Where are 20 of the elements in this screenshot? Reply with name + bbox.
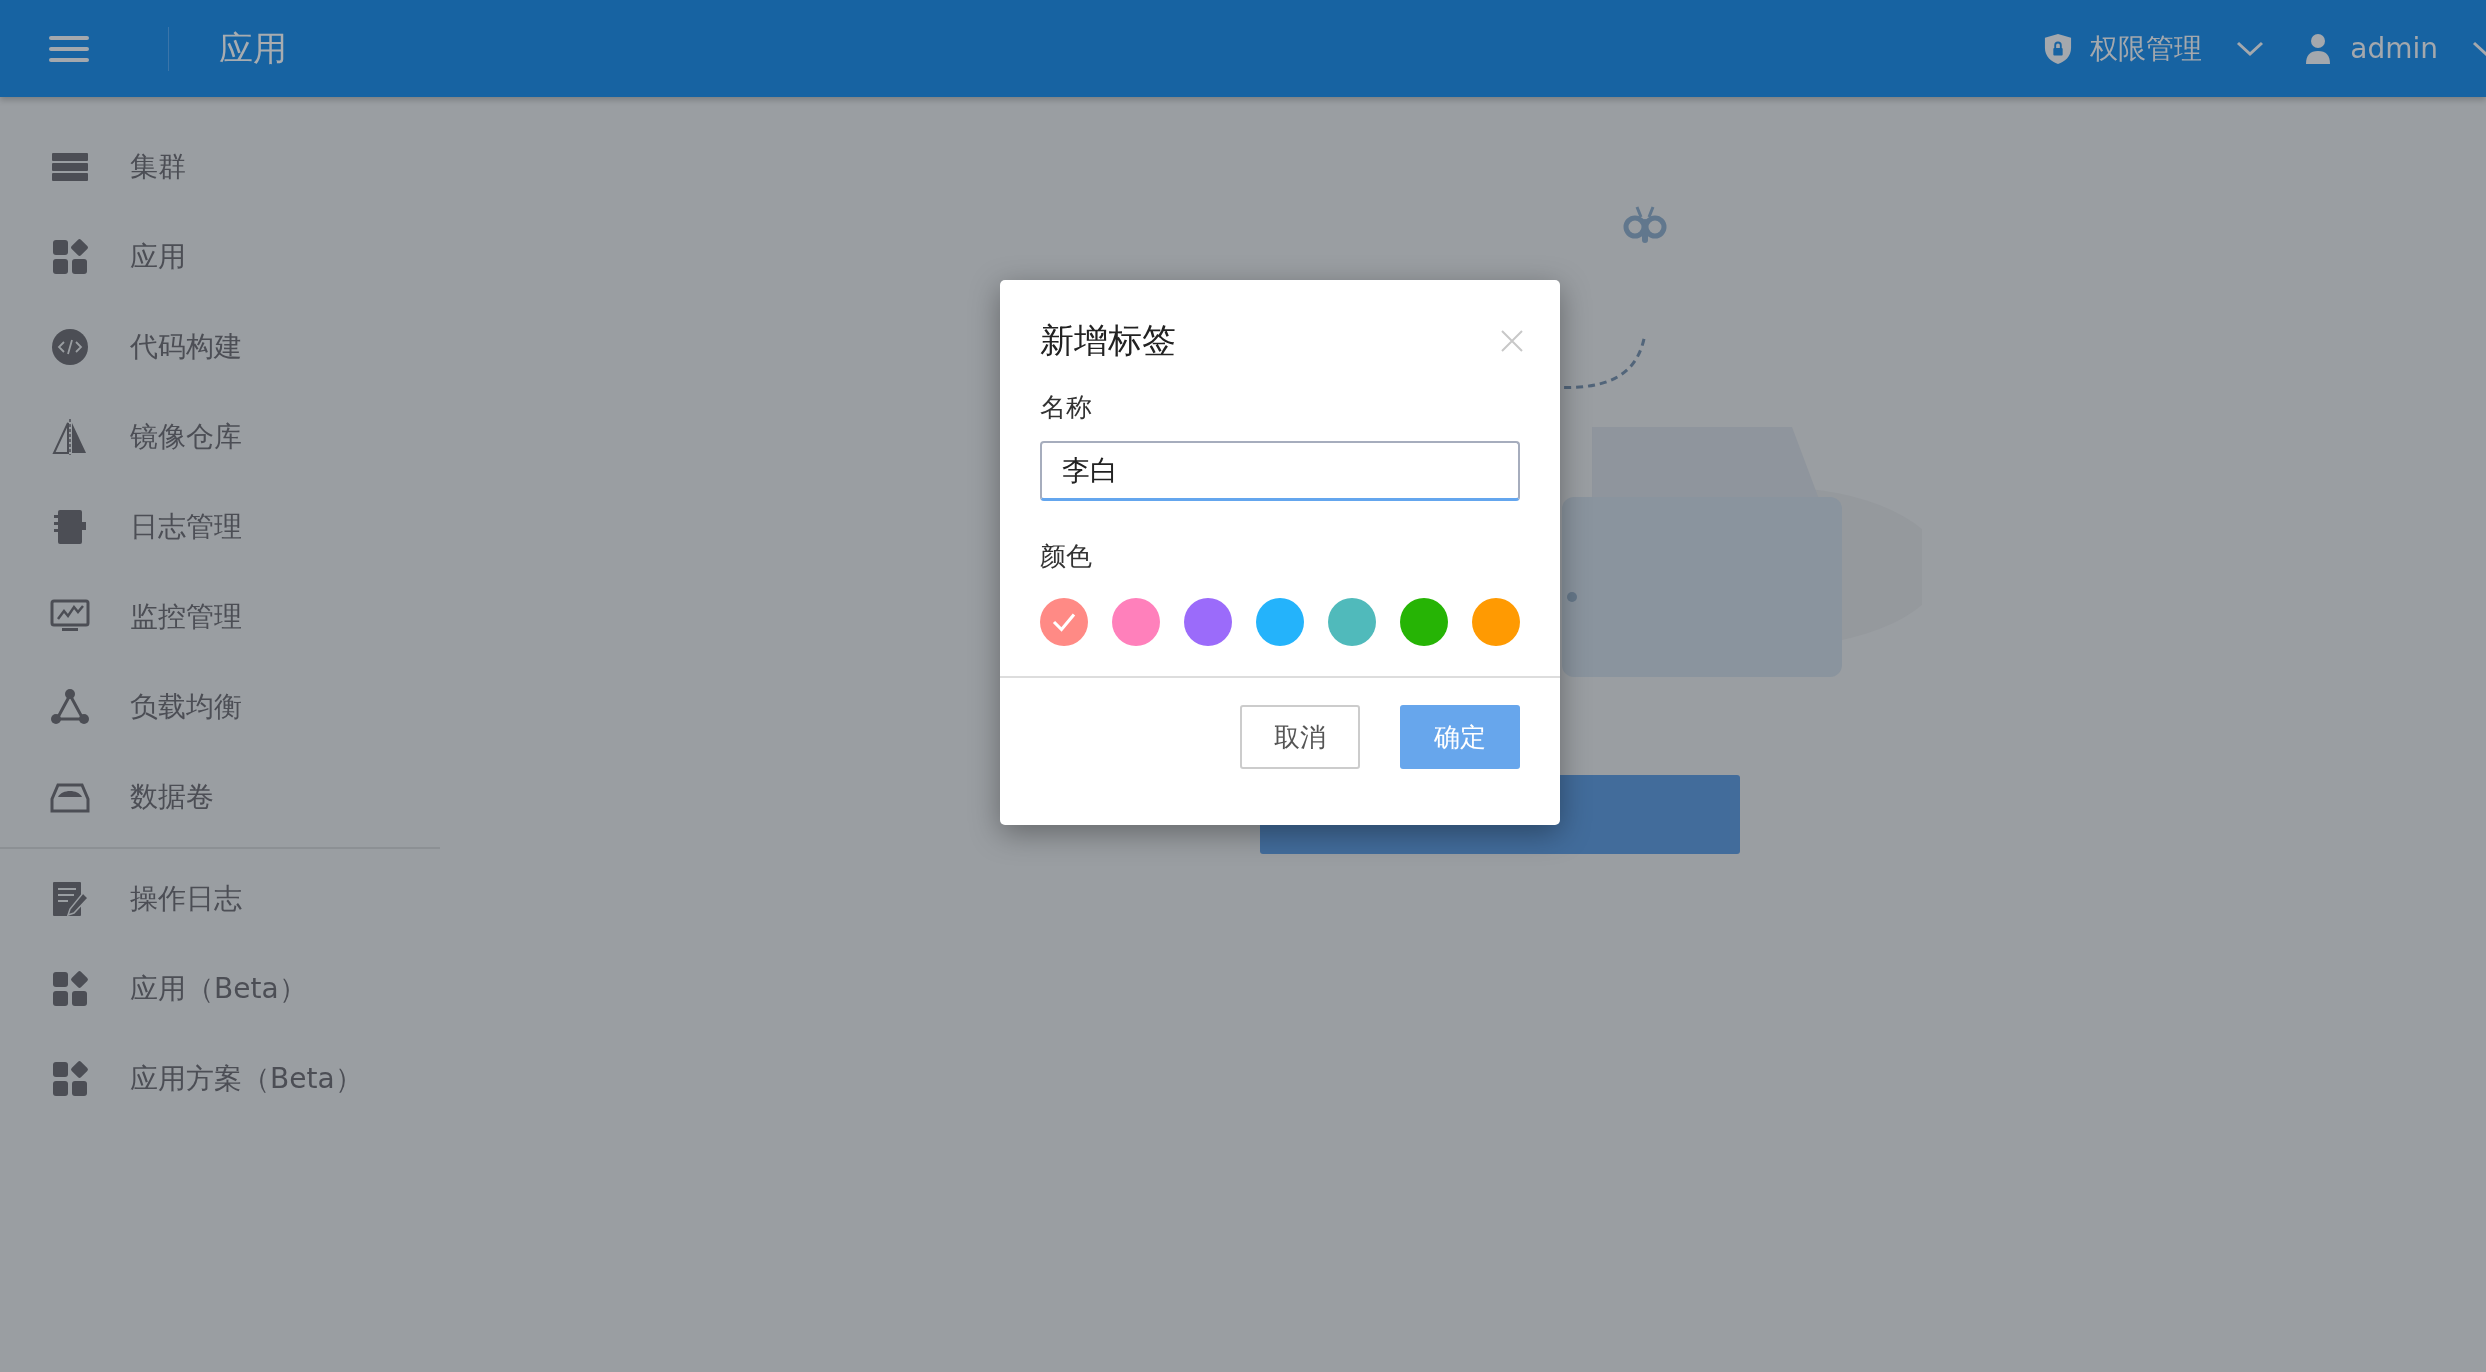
sidebar-item[interactable]: 监控管理	[0, 572, 440, 662]
header-menu[interactable]: admin	[2304, 32, 2486, 65]
header-menu[interactable]: 权限管理	[2044, 29, 2265, 68]
sidebar-item[interactable]: 镜像仓库	[0, 392, 440, 482]
sidebar-item[interactable]: 应用（Beta）	[0, 944, 440, 1034]
field-label: 颜色	[1040, 540, 1092, 573]
sidebar-item[interactable]: 数据卷	[0, 752, 440, 842]
sidebar-item[interactable]: 操作日志	[0, 854, 440, 944]
cancel-button[interactable]: 取消	[1240, 705, 1360, 769]
sidebar-item[interactable]: 应用	[0, 212, 440, 302]
page-title: 应用	[219, 26, 287, 70]
field-label: 名称	[1040, 391, 1092, 424]
sidebar-item[interactable]: 集群	[0, 122, 440, 212]
sidebar-item[interactable]: 日志管理	[0, 482, 440, 572]
name-input-field[interactable]: 李白	[1040, 441, 1520, 501]
sidebar-item[interactable]: 代码构建	[0, 302, 440, 392]
sidebar-item[interactable]: 应用方案（Beta）	[0, 1034, 440, 1124]
confirm-button[interactable]: 确定	[1400, 705, 1520, 769]
dialog-title: 新增标签	[1040, 319, 1176, 362]
sidebar-item[interactable]: 负载均衡	[0, 662, 440, 752]
